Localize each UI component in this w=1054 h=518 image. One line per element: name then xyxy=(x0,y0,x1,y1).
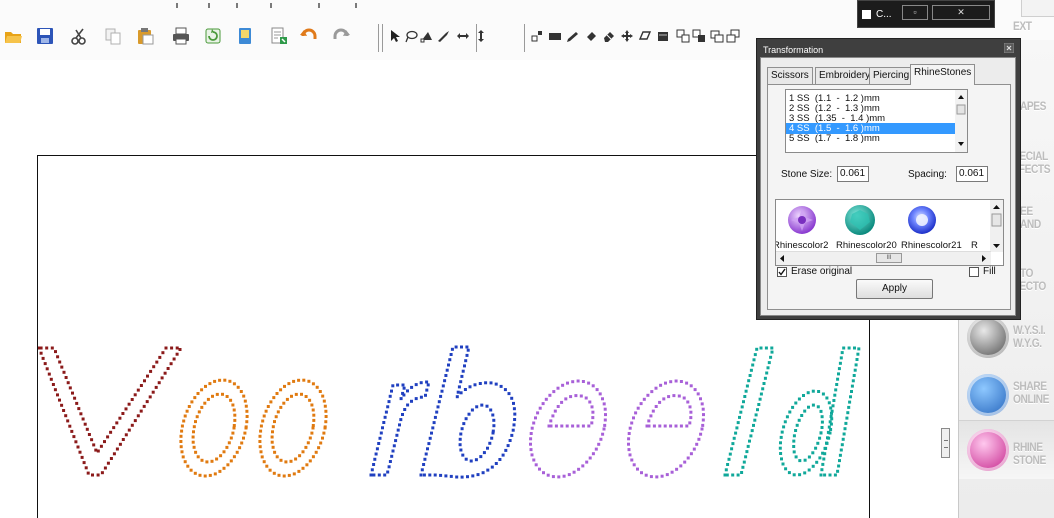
side-item-label: EXT xyxy=(1013,19,1032,33)
dialog-title: Transformation xyxy=(763,45,824,55)
blue-rhinestone-icon[interactable] xyxy=(906,204,938,236)
toolbar-separator xyxy=(524,24,525,52)
export-icon[interactable] xyxy=(270,27,288,45)
redo-icon[interactable] xyxy=(332,27,350,45)
spacing-label: Spacing: xyxy=(908,169,947,180)
side-item-wysiwyg-scissors[interactable]: W.Y.S.I. W.Y.G. xyxy=(959,312,1054,370)
splitter-handle[interactable] xyxy=(941,428,950,458)
print-icon[interactable] xyxy=(172,27,190,45)
dialog-body: Scissors Embroidery Piercing RhineStones… xyxy=(760,57,1016,316)
palette-horizontal-scrollbar[interactable]: III xyxy=(776,251,991,265)
voorbeeld-rhinestone-artwork[interactable] xyxy=(38,156,869,518)
side-item-label: SHARE ONLINE xyxy=(1013,379,1049,406)
stone-size-list[interactable]: 1 SS (1.1 - 1.2 )mm 2 SS (1.2 - 1.3 )mm … xyxy=(785,89,968,153)
stone-label-partial: R xyxy=(971,240,978,251)
apply-button[interactable]: Apply xyxy=(856,279,933,299)
side-item-label: RHINE STONE xyxy=(1013,440,1046,467)
side-item-rhinestone[interactable]: RHINE STONE xyxy=(959,420,1054,479)
stone-color-palette[interactable]: Rhinescolor2 Rhinescolor20 Rhinescolor21… xyxy=(775,199,1004,266)
list-item[interactable]: 5 SS (1.7 - 1.8 )mm xyxy=(789,133,958,144)
tab-scissors[interactable]: Scissors xyxy=(767,67,813,85)
stone-label-rhinescolor21: Rhinescolor21 xyxy=(901,240,962,251)
stone-label-rhinescolor20: Rhinescolor20 xyxy=(836,240,897,251)
stone-label-rhinescolor2: Rhinescolor2 xyxy=(775,240,829,251)
align-icon[interactable] xyxy=(530,29,544,43)
open-folder-icon[interactable] xyxy=(4,27,22,45)
refresh-icon[interactable] xyxy=(204,27,222,45)
pencil-icon[interactable] xyxy=(566,29,580,43)
rhinestone-icon xyxy=(967,429,1009,471)
erase-original-label: Erase original xyxy=(791,266,853,277)
trim-icon[interactable] xyxy=(726,29,740,43)
toolbar-separator xyxy=(378,24,379,52)
application-window: C... ▫ ✕ EXT HAPES PECIAL FFECTS REE HAND UT… xyxy=(0,0,1054,518)
toolbar-separator xyxy=(382,24,383,52)
spacing-input[interactable]: 0.061 xyxy=(956,166,988,182)
weld-icon[interactable] xyxy=(710,29,724,43)
taskbar-label: C... xyxy=(876,9,892,20)
cut-icon[interactable] xyxy=(70,27,88,45)
move-icon[interactable] xyxy=(620,29,634,43)
erase-original-checkbox[interactable] xyxy=(777,267,787,277)
shape-icon[interactable] xyxy=(638,29,652,43)
wysiwyg-scissors-icon xyxy=(967,316,1009,358)
close-window-button[interactable]: ✕ xyxy=(932,5,990,20)
layer-icon[interactable] xyxy=(656,29,670,43)
fill-icon[interactable] xyxy=(584,29,598,43)
teal-rhinestone-icon[interactable] xyxy=(844,204,876,236)
fill-checkbox[interactable] xyxy=(969,267,979,277)
side-item-label: W.Y.S.I. W.Y.G. xyxy=(1013,323,1046,350)
eraser-icon[interactable] xyxy=(602,29,616,43)
purple-rhinestone-icon[interactable] xyxy=(786,204,818,236)
minimize-button[interactable]: ▫ xyxy=(902,5,928,20)
knife-icon[interactable] xyxy=(436,29,450,43)
share-online-icon xyxy=(967,374,1009,416)
fill-label: Fill xyxy=(983,266,996,277)
window-icon xyxy=(862,10,871,19)
flip-horizontal-icon[interactable] xyxy=(456,29,470,43)
list-scrollbar[interactable] xyxy=(955,90,967,152)
flip-vertical-icon[interactable] xyxy=(474,29,488,43)
node-edit-icon[interactable] xyxy=(420,29,434,43)
window-control-remnant xyxy=(1021,0,1054,17)
palette-vertical-scrollbar[interactable] xyxy=(990,200,1003,252)
undo-icon[interactable] xyxy=(300,27,318,45)
palette-scroll-thumb[interactable]: III xyxy=(876,253,902,263)
stone-size-label: Stone Size: xyxy=(781,169,833,180)
close-icon[interactable] xyxy=(1004,43,1014,53)
ungroup-icon[interactable] xyxy=(692,29,706,43)
select-arrow-icon[interactable] xyxy=(388,29,402,43)
menu-bar-remnant xyxy=(0,0,420,10)
tab-embroidery[interactable]: Embroidery xyxy=(815,67,875,85)
rectangle-icon[interactable] xyxy=(548,29,562,43)
tab-rhinestones[interactable]: RhineStones xyxy=(910,64,976,85)
lasso-icon[interactable] xyxy=(404,29,418,43)
copy-icon[interactable] xyxy=(104,27,122,45)
stone-size-input[interactable]: 0.061 xyxy=(837,166,869,182)
tab-piercing[interactable]: Piercing xyxy=(869,67,914,85)
group-icon[interactable] xyxy=(676,29,690,43)
design-canvas[interactable] xyxy=(37,155,870,518)
book-icon[interactable] xyxy=(236,27,254,45)
paste-icon[interactable] xyxy=(136,27,154,45)
save-icon[interactable] xyxy=(36,27,54,45)
